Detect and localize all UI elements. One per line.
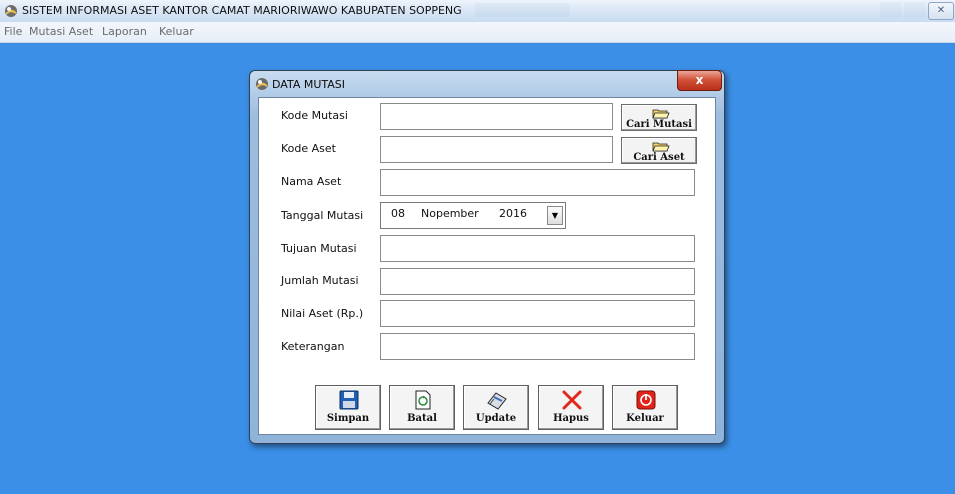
dialog-body: Kode Mutasi Cari Mutasi Kode Aset Cari A… (258, 97, 716, 435)
power-icon (636, 390, 656, 410)
title-bar-ghost (475, 3, 570, 17)
cari-mutasi-button[interactable]: Cari Mutasi (621, 104, 697, 131)
window-close-button[interactable]: ✕ (928, 2, 954, 20)
menu-laporan[interactable]: Laporan (102, 25, 147, 38)
menu-mutasi-aset[interactable]: Mutasi Aset (29, 25, 93, 38)
menu-file[interactable]: File (4, 25, 22, 38)
window-title: SISTEM INFORMASI ASET KANTOR CAMAT MARIO… (22, 4, 462, 17)
folder-open-icon (652, 109, 670, 119)
app-icon (5, 5, 17, 17)
batal-label: Batal (407, 413, 437, 424)
close-icon: x (695, 73, 704, 87)
cari-mutasi-label: Cari Mutasi (626, 119, 692, 130)
dialog-title: DATA MUTASI (272, 78, 345, 91)
nama-aset-input[interactable] (380, 169, 695, 196)
kode-aset-input[interactable] (380, 136, 613, 163)
kode-aset-label: Kode Aset (281, 142, 336, 155)
keterangan-input[interactable] (380, 333, 695, 360)
minimize-button[interactable] (880, 2, 902, 18)
simpan-label: Simpan (326, 413, 370, 424)
hapus-label: Hapus (553, 413, 589, 424)
jumlah-mutasi-input[interactable] (380, 268, 695, 295)
menu-bar: File Mutasi Aset Laporan Keluar (0, 22, 955, 43)
folder-open-icon (652, 142, 670, 152)
hapus-button[interactable]: Hapus (538, 385, 604, 430)
update-button[interactable]: Update (463, 385, 529, 430)
cari-aset-label: Cari Aset (633, 152, 685, 163)
date-dropdown-button[interactable]: ▼ (547, 206, 563, 225)
date-day: 08 (391, 207, 405, 220)
tanggal-mutasi-datepicker[interactable]: 08 Nopember 2016 ▼ (380, 202, 566, 229)
nama-aset-label: Nama Aset (281, 175, 342, 188)
window-title-bar: SISTEM INFORMASI ASET KANTOR CAMAT MARIO… (0, 0, 955, 23)
menu-keluar[interactable]: Keluar (159, 25, 194, 38)
data-mutasi-dialog: DATA MUTASI x Kode Mutasi Cari Mutasi Ko… (249, 70, 725, 444)
keluar-label: Keluar (626, 413, 664, 424)
maximize-button[interactable] (904, 2, 926, 18)
date-year: 2016 (499, 207, 527, 220)
chevron-down-icon: ▼ (551, 211, 559, 220)
nilai-aset-input[interactable] (380, 300, 695, 327)
keterangan-label: Keterangan (281, 340, 345, 353)
tanggal-mutasi-label: Tanggal Mutasi (281, 209, 364, 222)
tujuan-mutasi-input[interactable] (380, 235, 695, 262)
date-month: Nopember (421, 207, 479, 220)
tujuan-mutasi-label: Tujuan Mutasi (281, 242, 357, 255)
floppy-disk-icon (339, 390, 359, 410)
dialog-app-icon (256, 78, 268, 90)
refresh-document-icon (415, 390, 431, 410)
kode-mutasi-input[interactable] (380, 103, 613, 130)
simpan-button[interactable]: Simpan (315, 385, 381, 430)
red-x-icon (562, 390, 582, 410)
keluar-button[interactable]: Keluar (612, 385, 678, 430)
cari-aset-button[interactable]: Cari Aset (621, 137, 697, 164)
dialog-close-button[interactable]: x (677, 70, 722, 91)
edit-pen-icon (487, 392, 507, 410)
nilai-aset-label: Nilai Aset (Rp.) (281, 307, 364, 320)
kode-mutasi-label: Kode Mutasi (281, 109, 348, 122)
close-icon: ✕ (936, 5, 946, 16)
jumlah-mutasi-label: Jumlah Mutasi (281, 274, 359, 287)
update-label: Update (475, 413, 517, 424)
batal-button[interactable]: Batal (389, 385, 455, 430)
